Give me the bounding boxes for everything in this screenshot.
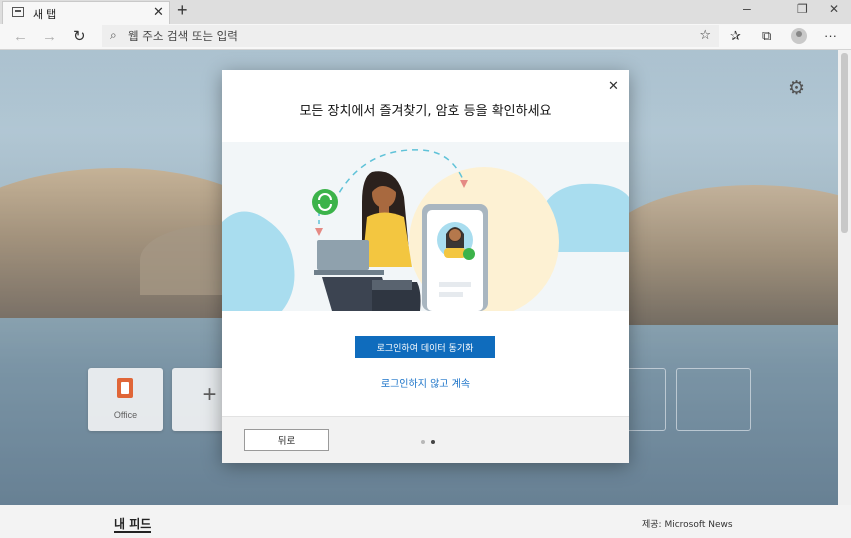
back-icon[interactable]: ← <box>13 28 28 45</box>
pagination-dot <box>421 440 425 444</box>
collections-icon[interactable]: ⧉ <box>762 28 771 44</box>
search-icon: ⌕ <box>110 28 117 42</box>
illustration-svg <box>222 149 629 311</box>
minimize-icon[interactable]: – <box>743 0 751 16</box>
forward-icon[interactable]: → <box>42 28 57 45</box>
feed-bar: 내 피드 제공: Microsoft News <box>0 505 851 538</box>
browser-tab[interactable]: 새 탭 ✕ <box>2 1 170 24</box>
tab-strip: 새 탭 ✕ + – ❐ ✕ <box>0 0 851 24</box>
reload-icon[interactable]: ↻ <box>73 27 86 45</box>
back-button[interactable]: 뒤로 <box>244 429 329 451</box>
scrollbar-thumb[interactable] <box>841 53 848 233</box>
pagination-dot-active <box>431 440 435 444</box>
sign-in-sync-button[interactable]: 로그인하여 데이터 동기화 <box>355 336 495 358</box>
dialog-title: 모든 장치에서 즐겨찾기, 암호 등을 확인하세요 <box>299 104 552 119</box>
feed-title-underline <box>114 531 151 533</box>
close-icon[interactable]: ✕ <box>608 78 619 94</box>
close-icon[interactable]: ✕ <box>153 4 164 20</box>
new-tab-button[interactable]: + <box>177 0 188 21</box>
star-icon[interactable]: ☆ <box>699 27 711 43</box>
sync-illustration <box>222 142 629 311</box>
profile-icon[interactable] <box>791 28 807 44</box>
browser-tab-icon <box>12 7 24 17</box>
continue-without-signin-link[interactable]: 로그인하지 않고 계속 <box>222 375 629 390</box>
navigation-toolbar: ← → ↻ ⌕ ☆ ✰ ⧉ ··· <box>0 24 851 50</box>
feed-title[interactable]: 내 피드 <box>114 515 151 532</box>
more-icon[interactable]: ··· <box>824 28 837 43</box>
dialog-footer: 뒤로 <box>222 416 629 463</box>
sync-dialog: ✕ 모든 장치에서 즐겨찾기, 암호 등을 확인하세요 로그인하여 데이터 동기… <box>222 70 629 463</box>
address-input[interactable] <box>128 27 688 45</box>
tab-title: 새 탭 <box>33 9 57 21</box>
feed-provider: 제공: Microsoft News <box>642 520 733 530</box>
window-close-icon[interactable]: ✕ <box>829 2 839 16</box>
restore-icon[interactable]: ❐ <box>797 2 808 16</box>
address-bar[interactable]: ⌕ ☆ <box>102 25 719 47</box>
sync-icon <box>312 189 338 215</box>
favorites-icon[interactable]: ✰ <box>730 28 741 44</box>
scrollbar[interactable] <box>838 50 851 505</box>
